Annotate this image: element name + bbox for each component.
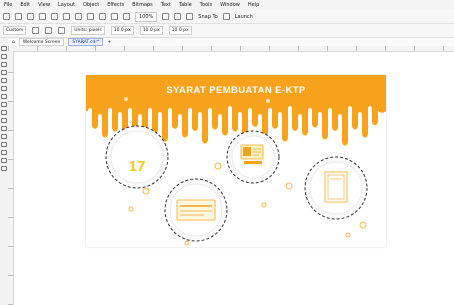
smart-fill-tool-icon[interactable] — [1, 166, 7, 171]
circle-document-card — [304, 156, 368, 220]
small-white-drip-1 — [124, 97, 128, 101]
document-tabs: ⌂ Welcome Screen SYARAT.cdr* + — [8, 38, 454, 46]
menu-object[interactable]: Object — [83, 2, 99, 8]
save-icon[interactable] — [27, 13, 34, 20]
redo-icon[interactable] — [99, 13, 106, 20]
decor-ring-3 — [214, 162, 222, 170]
small-white-drip-2 — [266, 99, 270, 103]
menu-bitmaps[interactable]: Bitmaps — [132, 2, 153, 8]
zoom-level-select[interactable]: 100% — [135, 11, 158, 22]
page-preset-select[interactable]: Custom — [3, 26, 27, 35]
decor-ring-4 — [285, 182, 293, 190]
shape-tool-icon[interactable] — [1, 54, 7, 59]
copy-icon[interactable] — [63, 13, 70, 20]
eyedropper-tool-icon[interactable] — [1, 150, 7, 155]
standard-toolbar: 100% Snap To Launch — [0, 10, 454, 24]
tab-document[interactable]: SYARAT.cdr* — [68, 38, 104, 46]
decor-ring-2 — [128, 206, 134, 212]
menu-help[interactable]: Help — [248, 2, 259, 8]
duplicate-distance-y-field[interactable]: 10.0 px — [168, 26, 192, 35]
units-select[interactable]: Units: pixels — [71, 26, 105, 35]
menu-bar: File Edit View Layout Object Effects Bit… — [0, 0, 454, 10]
options-gear-icon[interactable] — [222, 13, 230, 20]
show-rulers-icon[interactable] — [174, 13, 182, 20]
menu-text[interactable]: Text — [161, 2, 171, 8]
decor-ring-7 — [184, 240, 190, 246]
decor-ring-8 — [345, 232, 351, 238]
freehand-tool-icon[interactable] — [1, 78, 7, 83]
rectangle-tool-icon[interactable] — [1, 86, 7, 91]
cut-icon[interactable] — [51, 13, 58, 20]
circle-ktp-card — [226, 130, 280, 184]
drop-shadow-tool-icon[interactable] — [1, 134, 7, 139]
add-tab-icon[interactable]: + — [107, 40, 111, 45]
polygon-tool-icon[interactable] — [1, 102, 7, 107]
undo-icon[interactable] — [87, 13, 94, 20]
menu-file[interactable]: File — [4, 2, 12, 8]
all-pages-icon[interactable] — [58, 27, 66, 34]
duplicate-distance-x-field[interactable]: 10.0 px — [139, 26, 163, 35]
open-icon[interactable] — [15, 13, 22, 20]
launch-dropdown[interactable]: Launch — [235, 14, 253, 20]
artboard[interactable]: SYARAT PEMBUATAN E-KTP 17 — [86, 75, 386, 247]
menu-tools[interactable]: Tools — [200, 2, 212, 8]
import-icon[interactable] — [111, 13, 118, 20]
menu-window[interactable]: Window — [220, 2, 240, 8]
pick-tool-icon[interactable] — [1, 46, 7, 51]
menu-table[interactable]: Table — [179, 2, 192, 8]
property-bar: Custom Units: pixels 10.0 px 10.0 px 10.… — [0, 24, 454, 38]
menu-edit[interactable]: Edit — [20, 2, 30, 8]
age-requirement-number: 17 — [128, 157, 146, 175]
text-tool-icon[interactable] — [1, 110, 7, 115]
decor-ring-6 — [359, 221, 367, 229]
export-icon[interactable] — [123, 13, 130, 20]
show-grid-icon[interactable] — [186, 13, 194, 20]
circle-family-card — [164, 178, 228, 242]
ellipse-tool-icon[interactable] — [1, 94, 7, 99]
paste-icon[interactable] — [75, 13, 82, 20]
connector-tool-icon[interactable] — [1, 126, 7, 131]
parallel-dimension-tool-icon[interactable] — [1, 118, 7, 123]
transparency-tool-icon[interactable] — [1, 142, 7, 147]
decor-ring-5 — [261, 202, 267, 208]
tab-welcome-screen[interactable]: Welcome Screen — [18, 38, 65, 46]
snap-to-dropdown[interactable]: Snap To — [198, 14, 217, 20]
menu-effects[interactable]: Effects — [107, 2, 124, 8]
new-document-icon[interactable] — [3, 13, 10, 20]
menu-view[interactable]: View — [38, 2, 50, 8]
zoom-tool-icon[interactable] — [1, 70, 7, 75]
landscape-icon[interactable] — [45, 27, 53, 34]
infographic-title: SYARAT PEMBUATAN E-KTP — [166, 85, 306, 96]
portrait-icon[interactable] — [32, 27, 40, 34]
interactive-fill-tool-icon[interactable] — [1, 158, 7, 163]
full-screen-icon[interactable] — [162, 13, 170, 20]
print-icon[interactable] — [39, 13, 46, 20]
crop-tool-icon[interactable] — [1, 62, 7, 67]
nudge-distance-field[interactable]: 10.0 px — [110, 26, 134, 35]
menu-layout[interactable]: Layout — [58, 2, 75, 8]
home-icon[interactable]: ⌂ — [12, 40, 15, 45]
